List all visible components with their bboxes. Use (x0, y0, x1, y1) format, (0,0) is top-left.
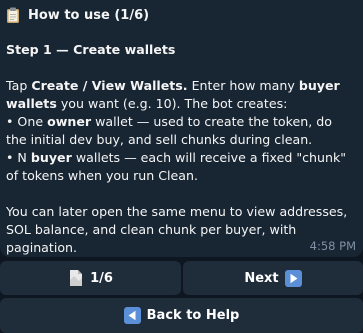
bullet-buyer: • N buyer wallets — each will receive a … (6, 150, 347, 183)
bullet-owner: • One owner wallet — used to create the … (6, 114, 332, 147)
next-button[interactable]: Next (183, 261, 363, 295)
message-header: How to use (1/6) (6, 4, 353, 26)
next-button-label: Next (244, 270, 279, 286)
message-body: Step 1 — Create wallets Tap Create / Vie… (6, 41, 353, 257)
play-right-arrow-icon (284, 269, 302, 287)
additional-info: You can later open the same menu to view… (6, 204, 348, 255)
page-indicator-button[interactable]: 1/6 (0, 261, 181, 295)
back-to-help-button[interactable]: Back to Help (0, 298, 363, 333)
step-title: Step 1 — Create wallets (6, 42, 176, 57)
page-indicator-label: 1/6 (90, 270, 113, 286)
page-document-icon (68, 269, 84, 287)
clipboard-icon (6, 7, 20, 23)
message-timestamp: 4:58 PM (309, 239, 356, 253)
back-to-help-label: Back to Help (146, 308, 240, 323)
left-arrow-icon (123, 307, 141, 324)
message-bubble: How to use (1/6) Step 1 — Create wallets… (0, 0, 363, 257)
message-title: How to use (1/6) (28, 7, 150, 23)
step-description: Tap Create / View Wallets. Enter how man… (6, 78, 340, 111)
